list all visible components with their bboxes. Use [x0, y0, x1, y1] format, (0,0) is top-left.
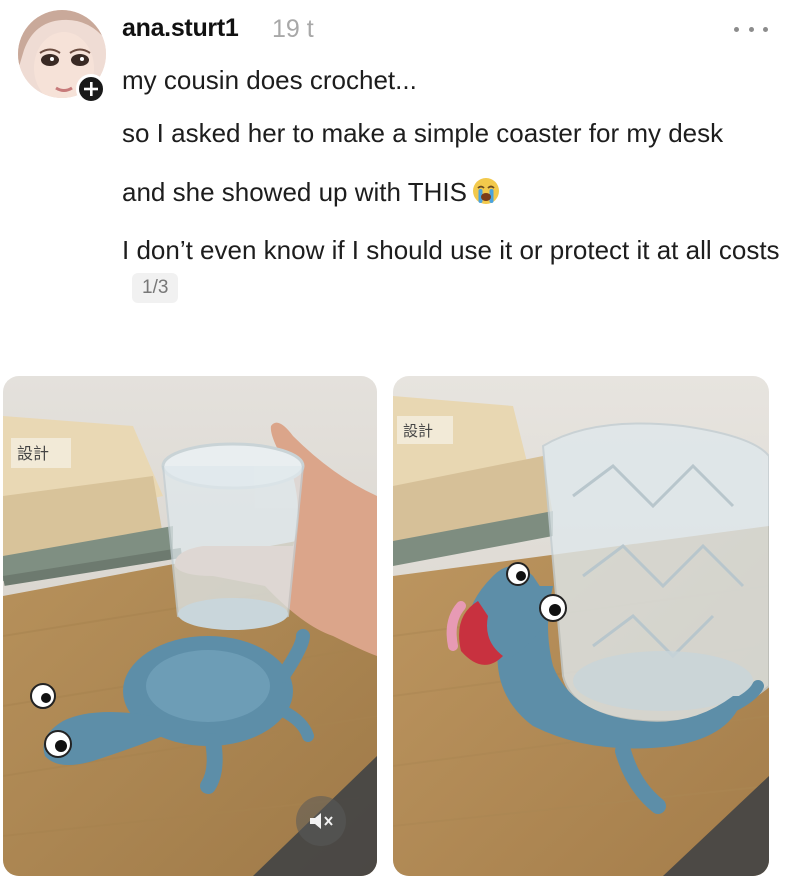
crying-face-emoji-icon [472, 177, 499, 204]
post-paragraph-text: and she showed up with THIS [122, 176, 467, 207]
post-paragraph: my cousin does crochet... [122, 65, 417, 95]
follow-button[interactable] [76, 74, 106, 104]
book-spine-text: 設計 [17, 444, 49, 463]
post-paragraph: so I asked her to make a simple coaster … [122, 118, 724, 149]
more-options-button[interactable] [734, 22, 768, 36]
post-image-2[interactable]: 設計 [393, 376, 769, 876]
more-icon-dot [734, 26, 739, 32]
book-cover-text: 設計 [11, 438, 71, 468]
speaker-muted-icon [310, 813, 333, 829]
post-paragraph-text: I don’t even know if I should use it or … [122, 235, 780, 266]
page-indicator: 1/3 [132, 272, 179, 304]
post-body: my cousin does crochet... so I asked her… [122, 62, 782, 327]
post-paragraph: I don’t even know if I should use it or … [122, 232, 782, 305]
more-icon-dot [748, 26, 754, 32]
plus-icon [84, 82, 98, 96]
username[interactable]: ana.sturt1 [122, 14, 239, 43]
book-cover-text: 設計 [397, 416, 453, 444]
book-spine-text: 設計 [403, 422, 433, 440]
timestamp: 19 t [272, 15, 314, 43]
more-icon-dot [763, 26, 768, 32]
post-paragraph: and she showed up with THIS [122, 174, 782, 210]
mute-button[interactable] [296, 796, 346, 846]
